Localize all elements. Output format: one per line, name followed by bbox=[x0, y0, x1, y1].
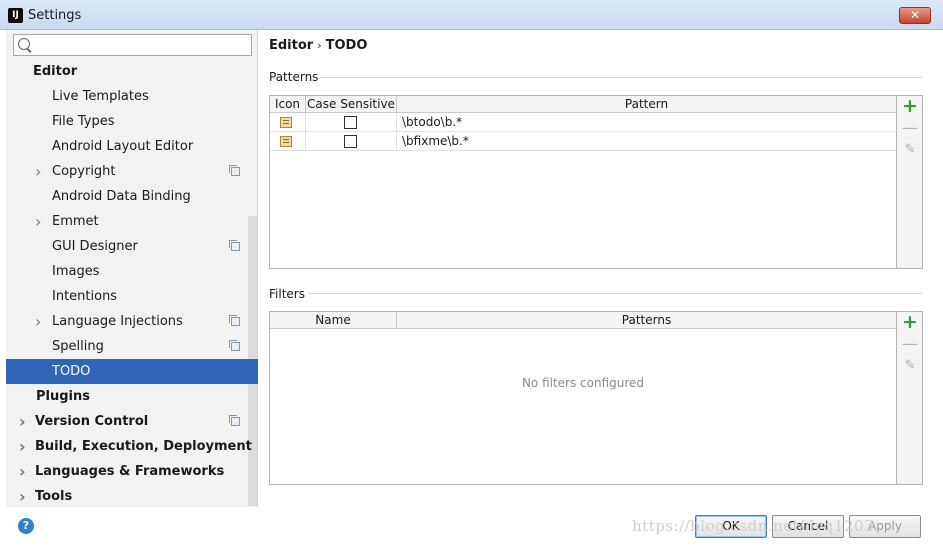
filters-empty-message: No filters configured bbox=[521, 376, 645, 390]
sidebar-item-label: Version Control bbox=[35, 414, 149, 429]
breadcrumb: Editor › TODO bbox=[269, 38, 367, 53]
filters-divider bbox=[308, 293, 922, 294]
sidebar-item-languages-frameworks[interactable]: › Languages & Frameworks bbox=[6, 459, 258, 484]
sidebar-item-file-types[interactable]: File Types bbox=[6, 109, 258, 134]
search-box[interactable] bbox=[13, 34, 252, 56]
window-title: Settings bbox=[28, 8, 82, 23]
sidebar-item-label: Plugins bbox=[36, 389, 90, 404]
sidebar-item-label: Live Templates bbox=[52, 89, 149, 104]
column-header-icon[interactable]: Icon bbox=[270, 96, 306, 112]
sidebar-item-label: Editor bbox=[33, 64, 78, 79]
sidebar-item-label: Intentions bbox=[52, 289, 118, 304]
sidebar-item-label: Language Injections bbox=[52, 314, 183, 329]
edit-filter-icon[interactable]: ✎ bbox=[902, 358, 918, 374]
search-input[interactable] bbox=[34, 36, 248, 54]
sidebar-item-label: Tools bbox=[35, 489, 73, 504]
ok-button[interactable]: OK bbox=[695, 515, 767, 538]
add-pattern-icon[interactable]: + bbox=[902, 97, 918, 116]
sidebar-item-label: Emmet bbox=[52, 214, 99, 229]
remove-pattern-icon[interactable]: — bbox=[902, 120, 918, 136]
sidebar-item-images[interactable]: Images bbox=[6, 259, 258, 284]
sidebar-item-android-layout-editor[interactable]: Android Layout Editor bbox=[6, 134, 258, 159]
chevron-right-icon[interactable]: › bbox=[35, 209, 41, 234]
sidebar-item-gui-designer[interactable]: GUI Designer bbox=[6, 234, 258, 259]
pattern-text: \bfixme\b.* bbox=[402, 134, 469, 148]
breadcrumb-current: TODO bbox=[325, 38, 368, 53]
filters-table: Name Patterns No filters configured bbox=[269, 311, 897, 485]
column-header-patterns[interactable]: Patterns bbox=[397, 312, 896, 328]
sidebar-item-label: Build, Execution, Deployment bbox=[35, 439, 252, 454]
edit-pattern-icon[interactable]: ✎ bbox=[902, 142, 918, 158]
sidebar-item-label: Spelling bbox=[52, 339, 104, 354]
sidebar-item-label: Android Layout Editor bbox=[52, 139, 194, 154]
apply-button[interactable]: Apply bbox=[849, 515, 921, 538]
sidebar-item-plugins[interactable]: Plugins bbox=[6, 384, 258, 409]
project-scope-icon bbox=[229, 315, 240, 326]
sidebar-item-version-control[interactable]: › Version Control bbox=[6, 409, 258, 434]
column-header-pattern[interactable]: Pattern bbox=[397, 96, 896, 112]
breadcrumb-separator: › bbox=[317, 39, 322, 52]
project-scope-icon bbox=[229, 340, 240, 351]
project-scope-icon bbox=[229, 165, 240, 176]
chevron-right-icon[interactable]: › bbox=[19, 459, 26, 484]
sidebar-item-spelling[interactable]: Spelling bbox=[6, 334, 258, 359]
chevron-right-icon[interactable]: › bbox=[35, 159, 41, 184]
chevron-right-icon[interactable]: › bbox=[19, 434, 26, 459]
todo-note-icon bbox=[280, 117, 292, 128]
sidebar-item-copyright[interactable]: › Copyright bbox=[6, 159, 258, 184]
filters-toolbar: + — ✎ bbox=[897, 311, 923, 485]
help-icon[interactable]: ? bbox=[18, 518, 34, 534]
sidebar-item-label: Copyright bbox=[52, 164, 116, 179]
add-filter-icon[interactable]: + bbox=[902, 313, 918, 332]
sidebar-item-live-templates[interactable]: Live Templates bbox=[6, 84, 258, 109]
sidebar-item-label: TODO bbox=[52, 364, 91, 379]
sidebar-item-label: File Types bbox=[52, 114, 115, 129]
title-bar: IJ Settings ✕ bbox=[0, 0, 943, 30]
sidebar-item-intentions[interactable]: Intentions bbox=[6, 284, 258, 309]
todo-note-icon bbox=[280, 136, 292, 147]
chevron-right-icon[interactable]: › bbox=[19, 484, 26, 509]
project-scope-icon bbox=[229, 240, 240, 251]
search-icon bbox=[18, 38, 30, 50]
intellij-app-icon: IJ bbox=[8, 8, 23, 23]
pattern-row[interactable]: \bfixme\b.* bbox=[270, 132, 896, 151]
column-header-name[interactable]: Name bbox=[270, 312, 397, 328]
sidebar-item-label: Images bbox=[52, 264, 100, 279]
project-scope-icon bbox=[229, 415, 240, 426]
filters-section-title: Filters bbox=[269, 287, 305, 301]
pattern-row[interactable]: \btodo\b.* bbox=[270, 113, 896, 132]
patterns-toolbar: + — ✎ bbox=[897, 95, 923, 269]
breadcrumb-parent: Editor bbox=[269, 38, 314, 53]
patterns-section-title: Patterns bbox=[269, 70, 319, 84]
case-sensitive-checkbox[interactable] bbox=[344, 116, 357, 129]
patterns-divider bbox=[320, 77, 922, 78]
sidebar-item-label: GUI Designer bbox=[52, 239, 138, 254]
sidebar-item-todo[interactable]: TODO bbox=[6, 359, 258, 384]
settings-sidebar: Editor Live Templates File Types Android La… bbox=[6, 30, 258, 507]
close-button[interactable]: ✕ bbox=[899, 7, 931, 24]
sidebar-item-editor[interactable]: Editor bbox=[6, 59, 258, 84]
remove-filter-icon[interactable]: — bbox=[902, 336, 918, 352]
sidebar-item-tools[interactable]: › Tools bbox=[6, 484, 258, 509]
case-sensitive-checkbox[interactable] bbox=[344, 135, 357, 148]
sidebar-item-language-injections[interactable]: › Language Injections bbox=[6, 309, 258, 334]
sidebar-item-android-data-binding[interactable]: Android Data Binding bbox=[6, 184, 258, 209]
sidebar-item-build-execution-deployment[interactable]: › Build, Execution, Deployment bbox=[6, 434, 258, 459]
patterns-table-header: Icon Case Sensitive Pattern bbox=[270, 96, 896, 113]
filters-table-header: Name Patterns bbox=[270, 312, 896, 329]
column-header-case-sensitive[interactable]: Case Sensitive bbox=[306, 96, 397, 112]
sidebar-item-label: Android Data Binding bbox=[52, 189, 191, 204]
sidebar-item-emmet[interactable]: › Emmet bbox=[6, 209, 258, 234]
chevron-right-icon[interactable]: › bbox=[35, 309, 41, 334]
cancel-button[interactable]: Cancel bbox=[772, 515, 844, 538]
pattern-text: \btodo\b.* bbox=[402, 115, 463, 129]
sidebar-item-label: Languages & Frameworks bbox=[35, 464, 225, 479]
patterns-table: Icon Case Sensitive Pattern \btodo\b.* \… bbox=[269, 95, 897, 269]
chevron-right-icon[interactable]: › bbox=[19, 409, 26, 434]
